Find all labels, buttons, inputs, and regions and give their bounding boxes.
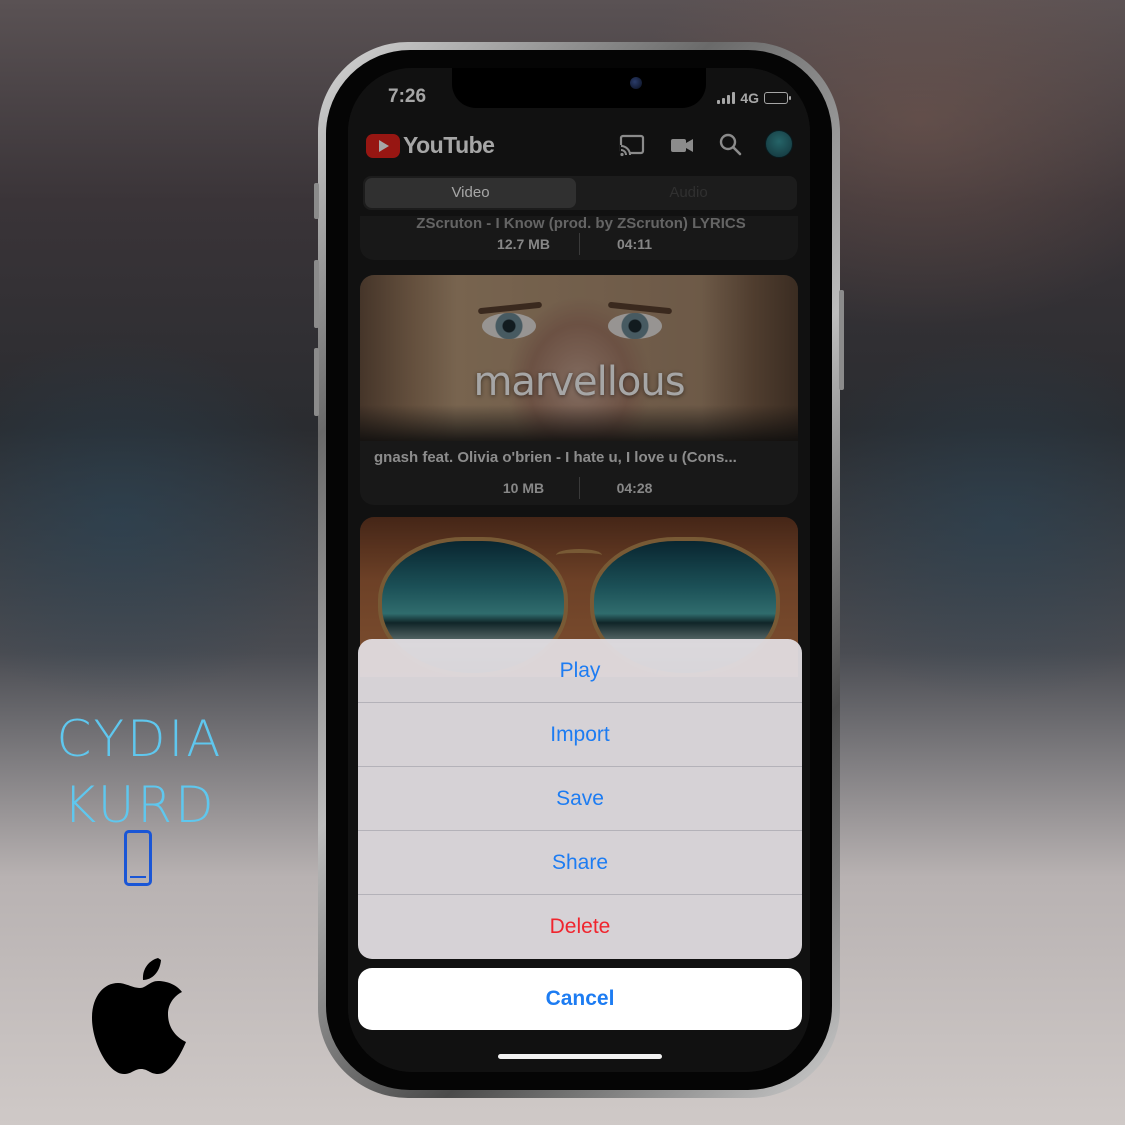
smartphone-icon [124, 830, 152, 886]
play-button[interactable]: Play [358, 639, 802, 703]
save-button[interactable]: Save [358, 767, 802, 831]
home-indicator[interactable] [498, 1054, 662, 1059]
phone-volume-up [314, 260, 319, 328]
action-sheet: Play Import Save Share Delete [358, 639, 802, 959]
phone-screen: 7:26 4G YouTube Video Audio ZScruton - I [348, 68, 810, 1072]
share-button[interactable]: Share [358, 831, 802, 895]
apple-logo-icon [92, 958, 186, 1074]
phone-power-button [839, 290, 844, 390]
watermark-line-2: KURD [63, 776, 217, 834]
delete-button[interactable]: Delete [358, 895, 802, 959]
import-button[interactable]: Import [358, 703, 802, 767]
phone-mute-switch [314, 183, 319, 219]
front-camera [630, 77, 642, 89]
phone-notch [452, 68, 706, 108]
cancel-button[interactable]: Cancel [358, 968, 802, 1030]
watermark-line-1: CYDIA [56, 710, 224, 768]
phone-volume-down [314, 348, 319, 416]
